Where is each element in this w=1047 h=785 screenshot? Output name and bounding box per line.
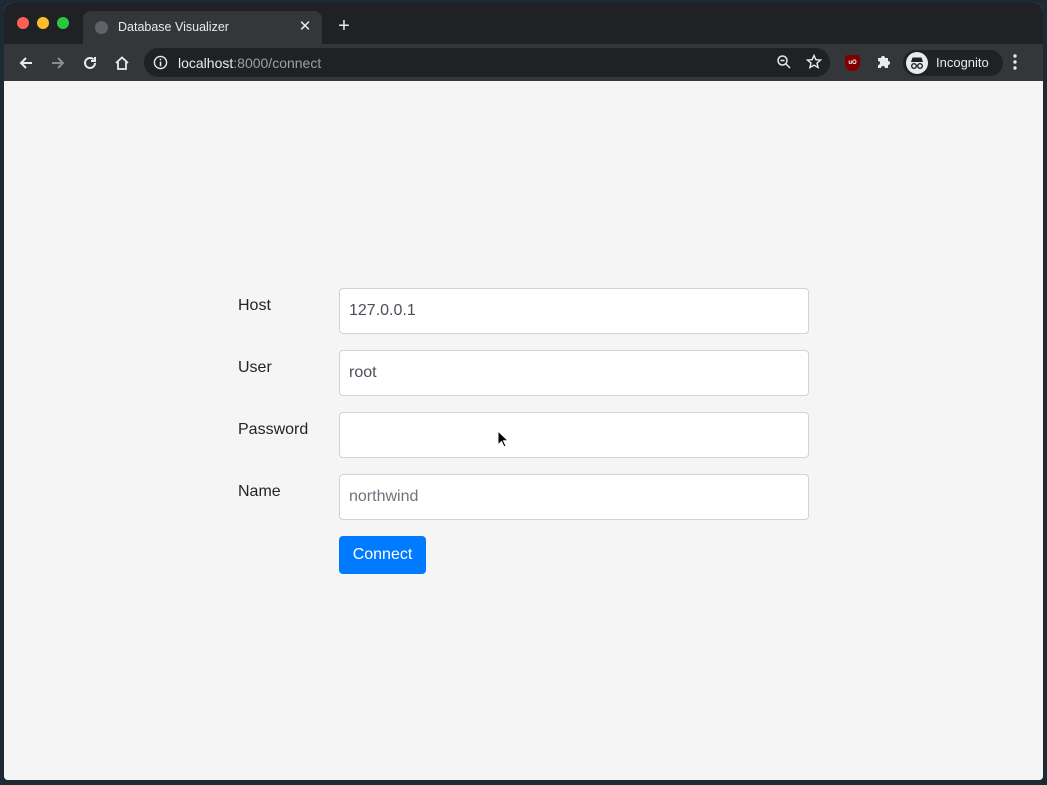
host-label: Host <box>238 297 271 314</box>
maximize-window-button[interactable] <box>57 17 69 29</box>
address-bar[interactable]: localhost:8000/connect <box>144 48 830 77</box>
host-row: Host <box>238 288 810 334</box>
tab-strip: Database Visualizer ✕ + <box>4 3 1043 44</box>
password-label: Password <box>238 421 309 438</box>
name-input[interactable] <box>339 474 809 520</box>
incognito-icon <box>906 52 928 74</box>
close-icon[interactable]: ✕ <box>296 18 314 36</box>
plus-icon[interactable]: + <box>333 15 355 37</box>
arrow-right-icon[interactable] <box>47 52 69 74</box>
globe-icon <box>95 21 108 34</box>
zoom-out-icon[interactable] <box>776 54 792 75</box>
star-icon[interactable] <box>805 53 823 75</box>
password-input[interactable] <box>339 412 809 458</box>
mouse-cursor-icon <box>497 429 510 453</box>
user-label: User <box>238 359 272 376</box>
puzzle-icon[interactable] <box>875 53 893 76</box>
name-row: Name <box>238 474 810 520</box>
password-row: Password <box>238 412 810 458</box>
minimize-window-button[interactable] <box>37 17 49 29</box>
home-icon[interactable] <box>111 52 133 74</box>
incognito-profile-button[interactable]: Incognito <box>903 50 1003 76</box>
reload-icon[interactable] <box>79 52 101 74</box>
tab-database-visualizer[interactable]: Database Visualizer ✕ <box>83 11 322 44</box>
url-path: :8000/connect <box>233 55 322 71</box>
kebab-menu-icon[interactable] <box>1012 53 1018 76</box>
incognito-label: Incognito <box>936 55 989 70</box>
browser-toolbar: localhost:8000/connect uO Incognito <box>4 44 1043 81</box>
user-row: User <box>238 350 810 396</box>
url-host: localhost <box>178 55 234 71</box>
arrow-left-icon[interactable] <box>15 52 37 74</box>
tab-title: Database Visualizer <box>118 20 229 34</box>
browser-window: Database Visualizer ✕ + localhost:8000/c… <box>4 3 1043 780</box>
info-icon[interactable] <box>153 55 168 75</box>
close-window-button[interactable] <box>17 17 29 29</box>
url-text: localhost:8000/connect <box>178 55 321 71</box>
ublock-extension-icon[interactable]: uO <box>845 55 860 71</box>
name-label: Name <box>238 483 281 500</box>
connect-button[interactable]: Connect <box>339 536 426 574</box>
user-input[interactable] <box>339 350 809 396</box>
host-input[interactable] <box>339 288 809 334</box>
page-content: Host User Password Name Connect <box>4 81 1043 780</box>
